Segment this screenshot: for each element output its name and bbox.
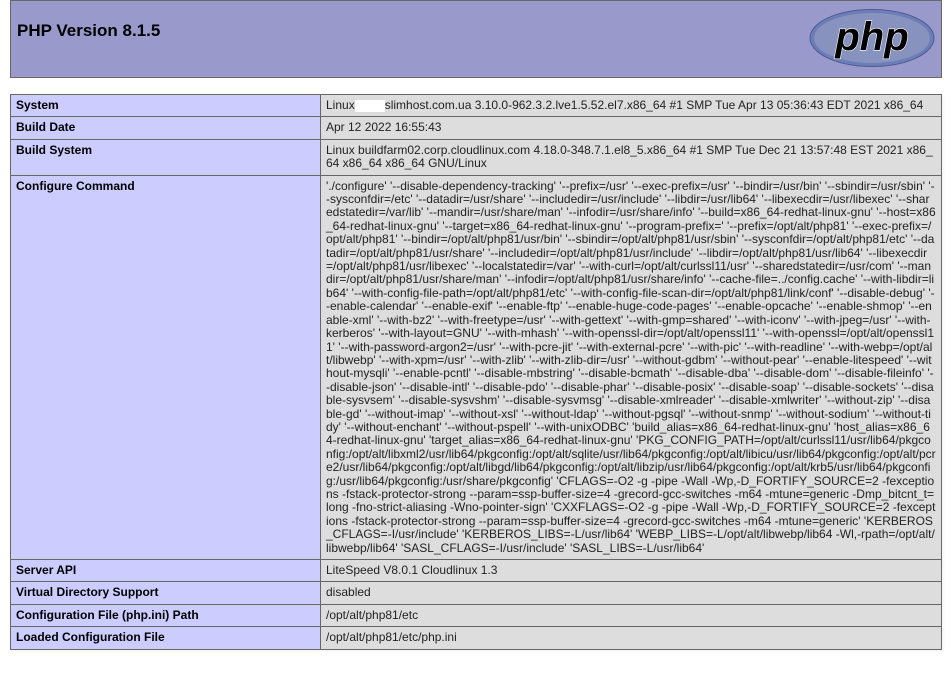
system-value-suffix: slimhost.com.ua 3.10.0-962.3.2.lve1.5.52…	[384, 98, 924, 112]
row-key: Configure Command	[10, 174, 321, 561]
row-key: Loaded Configuration File	[10, 626, 321, 650]
row-value: /opt/alt/php81/etc	[320, 603, 942, 628]
row-key: Configuration File (php.ini) Path	[10, 603, 321, 628]
table-row: Server API LiteSpeed V8.0.1 Cloudlinux 1…	[10, 558, 942, 583]
system-value-prefix: Linux	[326, 98, 355, 112]
logo-text: php	[834, 15, 908, 59]
table-row: Configure Command './configure' '--disab…	[10, 174, 942, 561]
row-key: Virtual Directory Support	[10, 581, 321, 605]
table-row: Configuration File (php.ini) Path /opt/a…	[10, 603, 942, 628]
row-value: disabled	[320, 581, 942, 605]
table-row: System Linux slimhost.com.ua 3.10.0-962.3…	[10, 93, 942, 118]
php-info-table: System Linux slimhost.com.ua 3.10.0-962.3…	[10, 93, 942, 650]
table-row: Build System Linux buildfarm02.corp.clou…	[10, 138, 942, 176]
table-row: Build Date Apr 12 2022 16:55:43	[10, 116, 942, 140]
page-title: PHP Version 8.1.5	[17, 21, 161, 40]
row-value: './configure' '--disable-dependency-trac…	[320, 174, 942, 561]
table-row: Virtual Directory Support disabled	[10, 581, 942, 605]
row-key: Server API	[10, 558, 321, 583]
table-row: Loaded Configuration File /opt/alt/php81…	[10, 626, 942, 650]
row-key: Build Date	[10, 116, 321, 140]
row-value: LiteSpeed V8.0.1 Cloudlinux 1.3	[320, 558, 942, 583]
php-logo-icon[interactable]: php	[809, 9, 935, 67]
php-version-header: PHP Version 8.1.5 php	[10, 0, 942, 78]
row-value: Linux buildfarm02.corp.cloudlinux.com 4.…	[320, 138, 942, 176]
row-key: Build System	[10, 138, 321, 176]
row-value: Linux slimhost.com.ua 3.10.0-962.3.2.lve1…	[320, 93, 942, 118]
row-value: /opt/alt/php81/etc/php.ini	[320, 626, 942, 650]
redacted-block	[354, 99, 385, 112]
row-key: System	[10, 93, 321, 118]
row-value: Apr 12 2022 16:55:43	[320, 116, 942, 140]
